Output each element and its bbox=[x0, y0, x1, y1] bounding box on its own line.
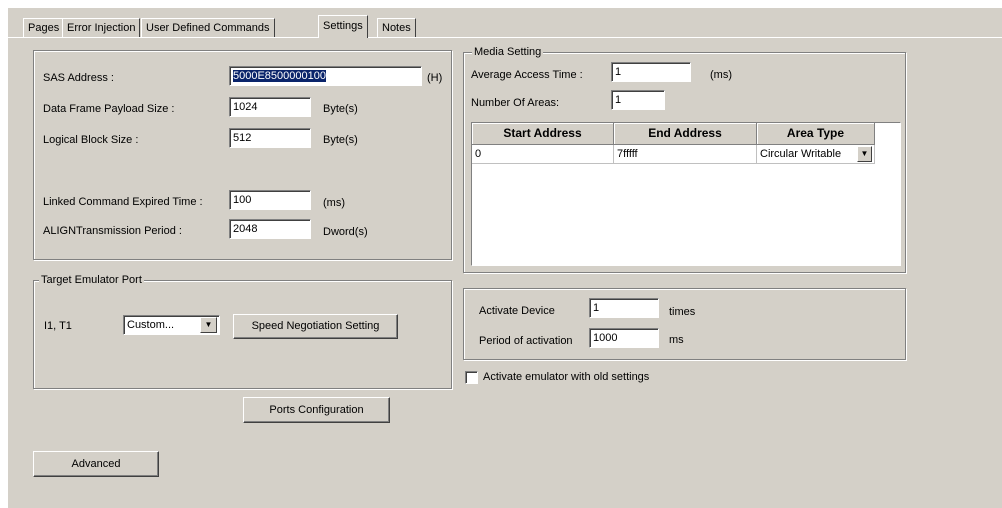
align-period-input[interactable]: 2048 bbox=[229, 219, 311, 239]
linked-command-input[interactable]: 100 bbox=[229, 190, 311, 210]
number-of-areas-label: Number Of Areas: bbox=[471, 97, 560, 109]
activation-period-label: Period of activation bbox=[479, 335, 573, 347]
old-settings-label[interactable]: Activate emulator with old settings bbox=[483, 371, 649, 384]
sas-address-label: SAS Address : bbox=[43, 72, 114, 84]
sas-address-value: 5000E8500000100 bbox=[233, 70, 326, 82]
activation-group bbox=[463, 288, 906, 360]
ports-configuration-button[interactable]: Ports Configuration bbox=[243, 397, 390, 423]
old-settings-checkbox[interactable] bbox=[465, 371, 478, 384]
area-type-value: Circular Writable bbox=[760, 148, 842, 160]
cell-end-address[interactable]: 7fffff bbox=[614, 145, 757, 164]
area-type-dropdown-icon[interactable]: ▼ bbox=[857, 146, 872, 162]
target-emulator-port-title: Target Emulator Port bbox=[39, 274, 144, 286]
activate-device-label: Activate Device bbox=[479, 305, 555, 317]
block-size-unit: Byte(s) bbox=[323, 134, 358, 146]
tab-pages[interactable]: Pages bbox=[23, 18, 65, 37]
activate-device-input[interactable]: 1 bbox=[589, 298, 659, 318]
align-period-unit: Dword(s) bbox=[323, 226, 368, 238]
tab-settings[interactable]: Settings bbox=[318, 15, 368, 38]
block-size-label: Logical Block Size : bbox=[43, 134, 139, 146]
payload-size-unit: Byte(s) bbox=[323, 103, 358, 115]
column-header-start-address[interactable]: Start Address bbox=[472, 123, 614, 145]
tab-user-defined-commands[interactable]: User Defined Commands bbox=[141, 18, 275, 37]
linked-command-unit: (ms) bbox=[323, 197, 345, 209]
advanced-button[interactable]: Advanced bbox=[33, 451, 159, 477]
tab-divider bbox=[8, 37, 1002, 38]
access-time-input[interactable]: 1 bbox=[611, 62, 691, 82]
sas-address-unit: (H) bbox=[427, 72, 443, 84]
port-speed-select[interactable]: Custom... ▼ bbox=[123, 315, 220, 335]
port-label: I1, T1 bbox=[44, 320, 72, 332]
column-header-area-type[interactable]: Area Type bbox=[757, 123, 875, 145]
activate-device-unit: times bbox=[669, 306, 696, 318]
tab-notes[interactable]: Notes bbox=[377, 18, 416, 37]
speed-negotiation-button[interactable]: Speed Negotiation Setting bbox=[233, 314, 398, 339]
number-of-areas-input[interactable]: 1 bbox=[611, 90, 665, 110]
sas-address-input[interactable]: 5000E8500000100 bbox=[229, 66, 422, 86]
access-time-label: Average Access Time : bbox=[471, 69, 583, 81]
activation-period-unit: ms bbox=[669, 334, 684, 346]
media-setting-title: Media Setting bbox=[472, 46, 544, 58]
column-header-end-address[interactable]: End Address bbox=[614, 123, 757, 145]
chevron-down-icon[interactable]: ▼ bbox=[200, 317, 217, 333]
access-time-unit: (ms) bbox=[710, 69, 732, 81]
payload-size-label: Data Frame Payload Size : bbox=[43, 103, 175, 115]
payload-size-input[interactable]: 1024 bbox=[229, 97, 311, 117]
block-size-input[interactable]: 512 bbox=[229, 128, 311, 148]
align-period-label: ALIGNTransmission Period : bbox=[43, 225, 182, 237]
activation-period-input[interactable]: 1000 bbox=[589, 328, 659, 348]
cell-start-address[interactable]: 0 bbox=[472, 145, 614, 164]
linked-command-label: Linked Command Expired Time : bbox=[43, 196, 203, 208]
tab-error-injection[interactable]: Error Injection bbox=[62, 18, 141, 37]
port-speed-value: Custom... bbox=[127, 319, 175, 331]
cell-area-type[interactable]: Circular Writable ▼ bbox=[757, 145, 875, 164]
areas-table: Start Address End Address Area Type 0 7f… bbox=[471, 122, 901, 266]
